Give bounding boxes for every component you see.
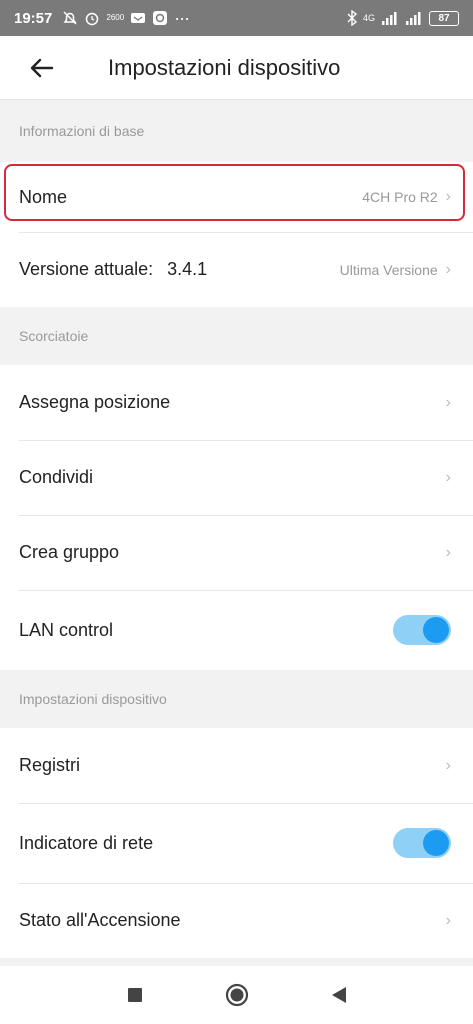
status-left-icons: 2600 ···: [62, 7, 190, 29]
assign-position-label: Assegna posizione: [19, 392, 171, 412]
settings-list: Informazioni di base Nome 4CH Pro R2 › V…: [0, 100, 473, 958]
section-header-basic-info: Informazioni di base: [0, 100, 473, 162]
page-title: Impostazioni dispositivo: [108, 54, 341, 80]
data-speed-icon: 2600: [106, 13, 125, 22]
logs-label: Registri: [19, 755, 81, 775]
network-indicator-row: Indicatore di rete: [0, 803, 473, 883]
signal-icon: [382, 12, 397, 25]
name-row[interactable]: Nome 4CH Pro R2 ›: [0, 162, 473, 232]
logs-row[interactable]: Registri ›: [0, 728, 473, 803]
power-on-state-label: Stato all'Accensione: [19, 910, 181, 930]
chevron-right-icon: ›: [445, 468, 451, 486]
create-group-label: Crea gruppo: [19, 542, 120, 562]
version-number: 3.4.1: [167, 259, 208, 279]
battery-icon: 87: [429, 10, 459, 26]
name-value: 4CH Pro R2: [362, 189, 438, 205]
network-indicator-label: Indicatore di rete: [19, 832, 154, 853]
square-icon: [127, 988, 142, 1002]
lan-control-toggle[interactable]: [393, 615, 451, 645]
back-button[interactable]: [12, 36, 72, 100]
alarm-clock-icon: [86, 12, 99, 26]
notification-icon: [131, 13, 146, 23]
bluetooth-icon: [347, 10, 357, 26]
mute-alarm-icon: [63, 11, 77, 25]
assign-position-row[interactable]: Assegna posizione ›: [0, 365, 473, 440]
network-indicator-toggle[interactable]: [393, 828, 451, 858]
version-status: Ultima Versione: [339, 261, 438, 278]
lan-control-label: LAN control: [19, 619, 114, 640]
circle-icon: [225, 983, 248, 1007]
status-bar: 19:57 2600 ··· 4G 87: [0, 0, 473, 36]
version-row[interactable]: Versione attuale: 3.4.1 Ultima Versione …: [0, 232, 473, 307]
lan-control-row: LAN control: [0, 590, 473, 670]
toggle-knob: [423, 830, 449, 856]
version-label: Versione attuale:: [19, 259, 154, 279]
signal-icon-2: [406, 12, 421, 25]
back-nav-button[interactable]: [327, 983, 351, 1007]
section-header-shortcuts: Scorciatoie: [0, 307, 473, 365]
toggle-knob: [423, 617, 449, 643]
chevron-right-icon: ›: [445, 911, 451, 929]
chevron-right-icon: ›: [445, 756, 451, 774]
name-label: Nome: [19, 186, 68, 207]
create-group-row[interactable]: Crea gruppo ›: [0, 515, 473, 590]
chevron-right-icon: ›: [445, 393, 451, 411]
app-header: Impostazioni dispositivo: [0, 36, 473, 100]
power-on-state-row[interactable]: Stato all'Accensione ›: [0, 883, 473, 958]
triangle-back-icon: [331, 987, 346, 1003]
network-type: 4G: [362, 13, 375, 23]
home-button[interactable]: [225, 983, 249, 1007]
recents-button[interactable]: [123, 983, 147, 1007]
share-label: Condividi: [19, 467, 94, 487]
section-header-device-settings: Impostazioni dispositivo: [0, 670, 473, 728]
share-row[interactable]: Condividi ›: [0, 440, 473, 515]
arrow-left-icon: [30, 58, 54, 77]
system-nav-bar: [0, 966, 473, 1024]
app-icon: [153, 11, 168, 25]
more-dots-icon: ···: [174, 7, 190, 28]
status-right: 4G 87: [347, 10, 459, 26]
status-time: 19:57: [14, 9, 53, 27]
chevron-right-icon: ›: [445, 188, 451, 205]
chevron-right-icon: ›: [445, 260, 451, 278]
chevron-right-icon: ›: [445, 543, 451, 561]
